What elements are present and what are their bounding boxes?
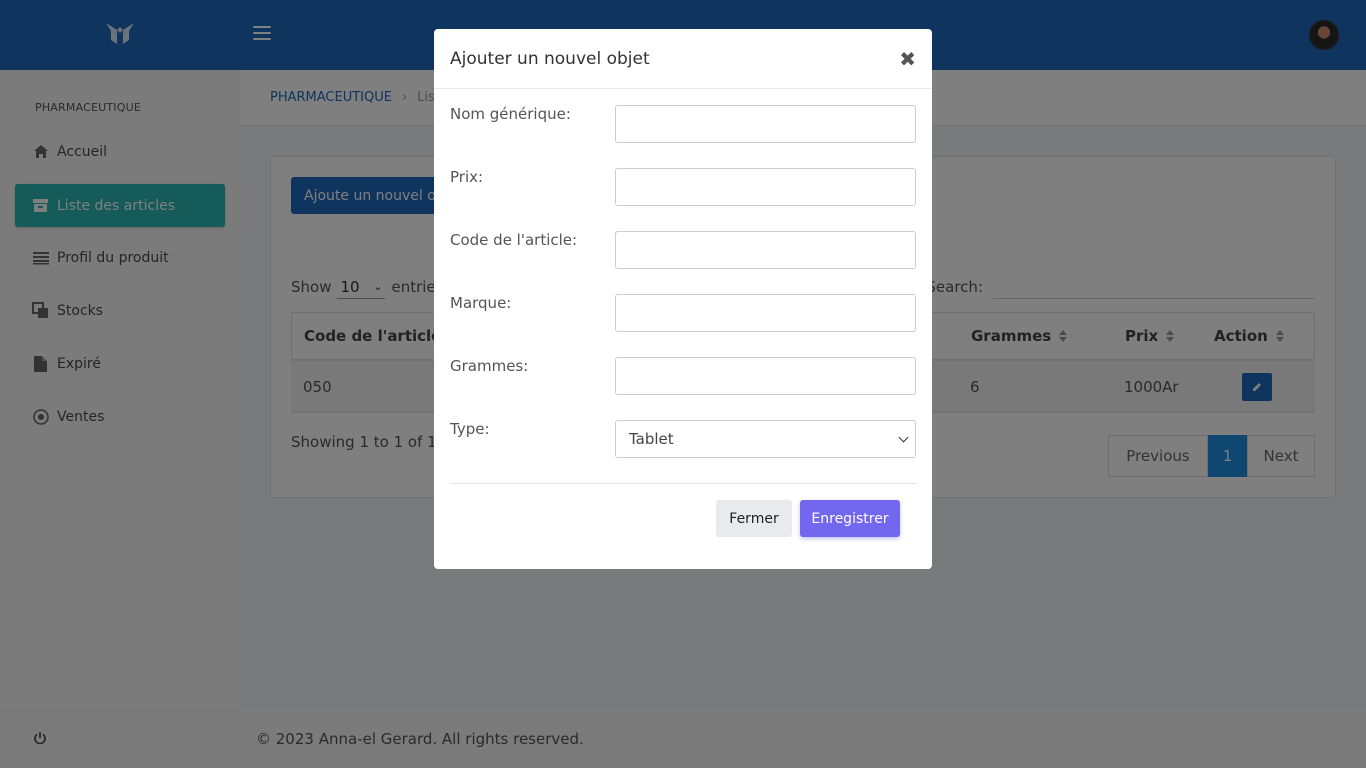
nom-generique-input[interactable] — [615, 105, 916, 143]
marque-input[interactable] — [615, 294, 916, 332]
form-row-prix: Prix: — [450, 168, 916, 206]
close-icon[interactable]: ✖ — [899, 47, 916, 71]
modal-header: Ajouter un nouvel objet ✖ — [434, 29, 932, 89]
form-row-grammes: Grammes: — [450, 357, 916, 395]
form-row-type: Type: Tablet — [450, 420, 916, 458]
form-row-code-article: Code de l'article: — [450, 231, 916, 269]
field-label: Type: — [450, 420, 490, 438]
fermer-button[interactable]: Fermer — [716, 500, 792, 537]
code-article-input[interactable] — [615, 231, 916, 269]
enregistrer-button[interactable]: Enregistrer — [800, 500, 900, 537]
field-label: Marque: — [450, 294, 512, 312]
field-label: Nom générique: — [450, 105, 571, 123]
field-label: Grammes: — [450, 357, 529, 375]
type-select-value: Tablet — [629, 430, 674, 448]
chevron-down-icon — [898, 432, 909, 443]
add-item-modal: Ajouter un nouvel objet ✖ Nom générique:… — [434, 29, 932, 569]
form-row-marque: Marque: — [450, 294, 916, 332]
form-row-nom-generique: Nom générique: — [450, 105, 916, 143]
modal-divider — [450, 483, 916, 484]
grammes-input[interactable] — [615, 357, 916, 395]
type-select[interactable]: Tablet — [615, 420, 916, 458]
field-label: Code de l'article: — [450, 231, 578, 249]
field-label: Prix: — [450, 168, 484, 186]
modal-title: Ajouter un nouvel objet — [450, 48, 650, 69]
prix-input[interactable] — [615, 168, 916, 206]
